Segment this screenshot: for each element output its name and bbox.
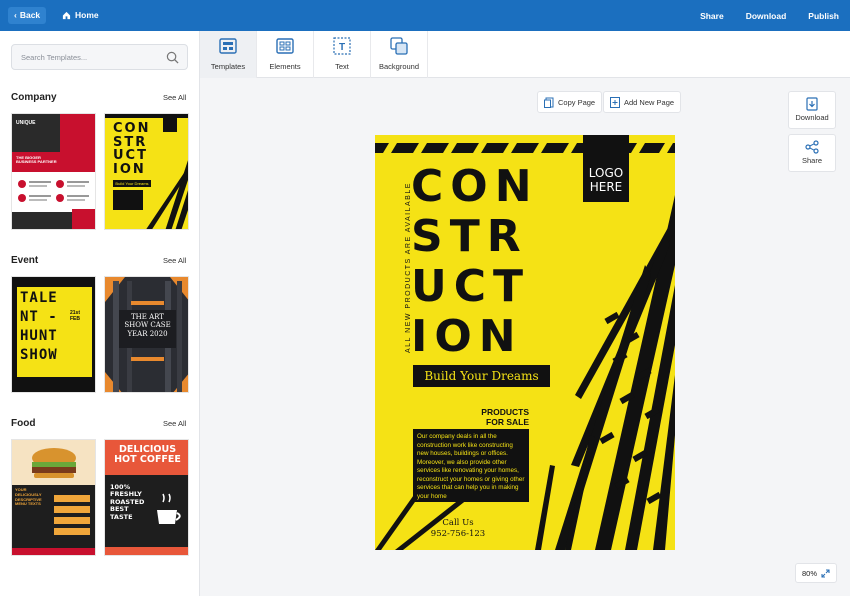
call-us-label: Call Us [442,518,474,528]
event-1-line: SHOW [20,346,58,363]
company-thumb-graphic [12,114,95,229]
see-all-company-link[interactable]: See All [163,93,186,102]
tagline-banner[interactable]: Build Your Dreams [413,365,550,387]
company-1-logo: UNIQUE [16,120,36,126]
company-2-tag: Build Your Dreams [113,180,151,187]
publish-button[interactable]: Publish [808,11,839,21]
tab-background[interactable]: Background [371,31,428,78]
top-actions: Share Download Publish [700,0,839,31]
template-thumb-food-2[interactable]: DELICIOUS HOT COFFEE 100% FRESHLY ROASTE… [104,439,189,556]
section-title-company: Company [11,92,57,103]
see-all-event-link[interactable]: See All [163,256,186,265]
side-download-label: Download [795,113,829,122]
side-share-label: Share [801,156,822,165]
editor-toolbar: Templates Elements T Text Background [200,31,850,78]
template-sidebar: Search Templates... Company See All UNIQ… [0,31,200,596]
templates-icon [219,38,237,54]
add-new-page-label: Add New Page [624,97,675,107]
home-label: Home [75,10,99,20]
event-1-headline: TALE NT - HUNT SHOW [20,289,58,365]
download-button[interactable]: Download [746,11,787,21]
headline-line-2[interactable]: STR [411,215,528,259]
event-1-line: TALE [20,290,58,306]
text-icon: T [333,37,351,55]
add-new-page-button[interactable]: Add New Page [603,91,682,113]
template-thumb-event-1[interactable]: TALE NT - HUNT SHOW 21st FEB [11,276,96,393]
add-page-icon [610,96,620,108]
side-download-button[interactable]: Download [788,91,836,129]
company-2-line: STR [113,134,148,150]
search-input[interactable]: Search Templates... [21,53,87,62]
elements-icon [276,38,294,54]
zoom-control[interactable]: 80% [795,563,837,583]
share-button[interactable]: Share [700,11,724,21]
headline-line-4[interactable]: ION [411,315,523,359]
copy-page-icon [544,97,554,108]
template-thumb-event-2[interactable]: THE ART SHOW CASE YEAR 2020 [104,276,189,393]
template-thumb-company-1[interactable]: UNIQUE THE BIGGER BUSINESS PARTNER [11,113,96,230]
food-2-sub: 100% FRESHLY ROASTED BEST TASTE [110,483,145,521]
logo-line-2: HERE [589,179,623,194]
company-1-title: THE BIGGER BUSINESS PARTNER [16,155,57,165]
company-2-line: ION [113,161,146,177]
search-icon[interactable] [166,51,179,64]
back-button[interactable]: ‹ Back [8,7,47,24]
company-2-headline: CON STR UCT ION [113,122,150,177]
zoom-level: 80% [801,568,817,578]
download-icon [806,97,818,111]
contact-block[interactable]: Call Us 952-756-123 [415,518,501,540]
event-1-date: 21st FEB [70,310,81,322]
svg-text:T: T [339,42,345,53]
search-box[interactable]: Search Templates... [11,44,188,70]
tab-elements[interactable]: Elements [257,31,314,78]
copy-page-button[interactable]: Copy Page [537,91,603,113]
home-icon [62,11,71,20]
top-bar: ‹ Back Home Share Download Publish [0,0,850,31]
background-icon [390,37,408,55]
tab-text-label: Text [335,62,349,71]
food-2-title: DELICIOUS HOT COFFEE [114,444,181,466]
share-icon [805,140,819,154]
home-button[interactable]: Home [62,7,99,24]
company-2-line: CON [113,121,151,136]
design-canvas[interactable]: LOGO HERE ALL NEW PRODUCTS ARE AVAILABLE… [375,135,675,550]
side-share-button[interactable]: Share [788,134,836,172]
products-line-2: FOR SALE [486,417,529,428]
tab-templates[interactable]: Templates [200,31,257,78]
see-all-food-link[interactable]: See All [163,419,186,428]
back-label: Back [19,10,41,20]
food-1-title: YOUR DELICIOUSLY DESCRIPTIVE MENU TEXTS [15,487,42,507]
chevron-left-icon: ‹ [14,10,17,20]
headline-line-3[interactable]: UCT [411,265,530,309]
template-thumb-company-2[interactable]: CON STR UCT ION Build Your Dreams [104,113,189,230]
expand-icon[interactable] [821,568,830,578]
company-2-line: UCT [113,148,148,164]
phone-number: 952-756-123 [430,529,486,540]
event-1-line: HUNT [20,327,58,344]
tab-text[interactable]: T Text [314,31,371,78]
logo-placeholder[interactable]: LOGO HERE [583,135,629,202]
headline-line-1[interactable]: CON [411,165,539,209]
tab-templates-label: Templates [210,62,246,71]
section-title-event: Event [11,255,39,266]
description-box[interactable]: Our company deals in all the constructio… [413,429,529,502]
logo-line-1: LOGO [588,166,624,180]
products-line-1: PRODUCTS [481,407,529,417]
tab-background-label: Background [378,62,420,71]
template-thumb-food-1[interactable]: YOUR DELICIOUSLY DESCRIPTIVE MENU TEXTS [11,439,96,556]
section-title-food: Food [11,418,36,429]
event-1-line: NT - [20,308,58,325]
copy-page-label: Copy Page [558,97,596,107]
products-for-sale[interactable]: PRODUCTS FOR SALE [463,407,529,427]
event-2-title: THE ART SHOW CASE YEAR 2020 [124,313,171,338]
tab-elements-label: Elements [269,62,301,71]
